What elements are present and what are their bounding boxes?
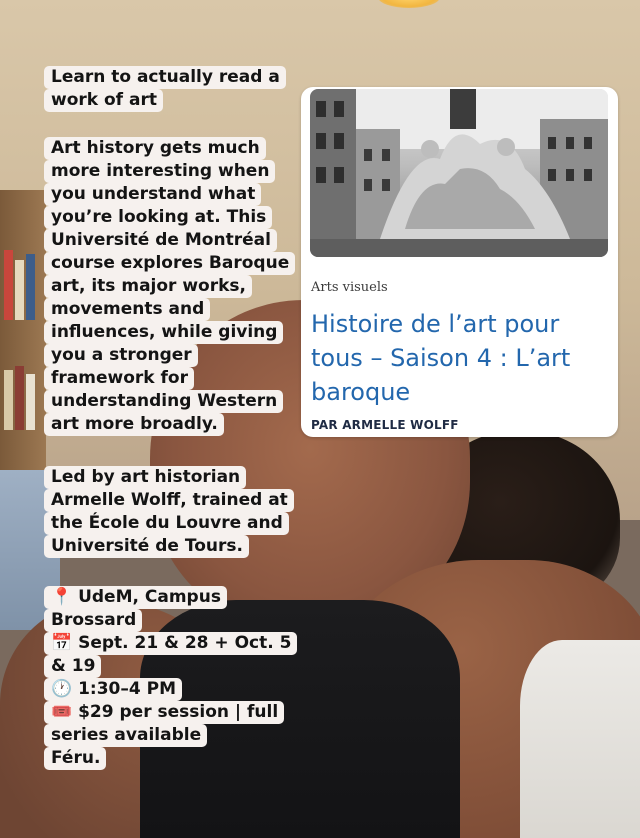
caption-signoff: Féru.	[44, 747, 299, 770]
fountain-illustration	[310, 89, 608, 257]
caption-time: 🕐 1:30–4 PM	[44, 678, 299, 701]
card-category: Arts visuels	[311, 280, 388, 295]
baroque-fountain-photo	[310, 89, 608, 257]
caption-instructor: Led by art historian Armelle Wolff, trai…	[44, 466, 299, 558]
caption-intro: Art history gets much more interesting w…	[44, 137, 296, 436]
card-author: PAR ARMELLE WOLFF	[311, 418, 459, 432]
card-title[interactable]: Histoire de l’art pour tous – Saison 4 :…	[311, 307, 611, 409]
caption-price: 🎟️ $29 per session | full series availab…	[44, 701, 299, 747]
caption-headline: Learn to actually read a work of art	[44, 66, 294, 112]
caption-dates: 📅 Sept. 21 & 28 + Oct. 5 & 19	[44, 632, 299, 678]
bed-sheet	[520, 640, 640, 838]
bookshelf	[0, 190, 46, 490]
article-link-card[interactable]: Arts visuels Histoire de l’art pour tous…	[301, 87, 618, 437]
caption-location: 📍 UdeM, Campus Brossard	[44, 586, 299, 632]
